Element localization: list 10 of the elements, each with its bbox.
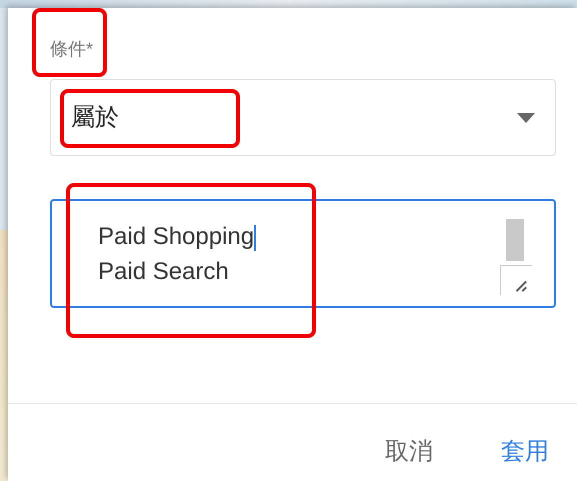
value-line: Paid Search — [98, 257, 230, 287]
caret-icon — [517, 112, 535, 122]
cancel-button[interactable]: 取消 — [381, 434, 437, 470]
value-line: Paid Shopping — [98, 222, 256, 253]
operator-dropdown[interactable]: 屬於 — [50, 79, 556, 156]
field-label: 條件* — [50, 39, 94, 59]
apply-button[interactable]: 套用 — [497, 434, 553, 470]
values-textarea[interactable]: Paid Shopping Paid Search — [50, 199, 556, 308]
resize-handle-icon[interactable] — [500, 265, 532, 295]
scrollbar[interactable] — [506, 219, 524, 261]
